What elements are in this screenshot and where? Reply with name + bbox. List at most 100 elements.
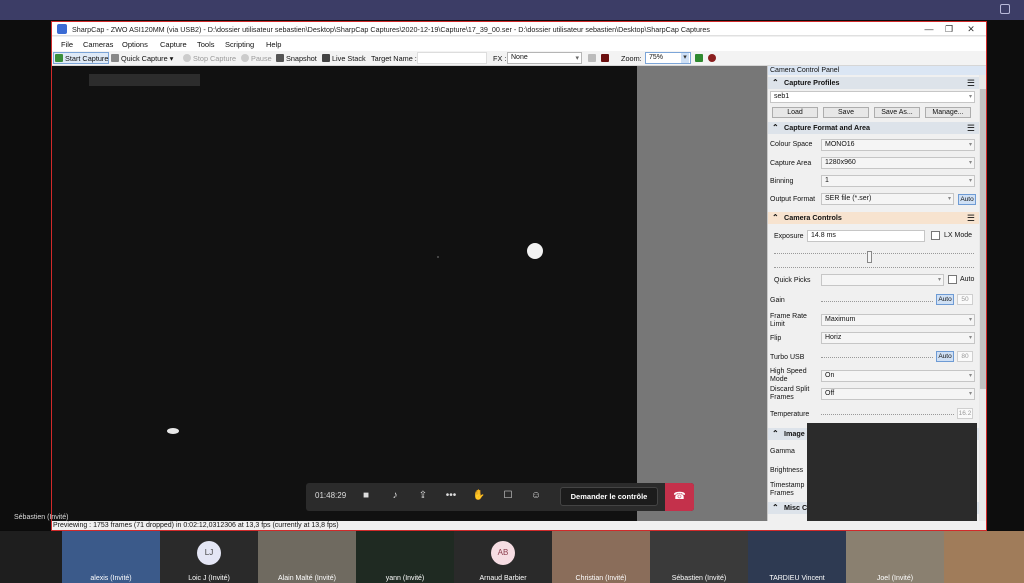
presenter-name: Sébastien (Invité) <box>14 514 69 521</box>
exposure-slider-fine[interactable] <box>774 260 974 268</box>
live-stack-text: Live Stack <box>332 54 366 63</box>
pause-button[interactable]: Pause <box>241 54 272 63</box>
participant-tile[interactable]: AB Arnaud Barbier <box>454 531 552 583</box>
avatar: AB <box>491 541 515 565</box>
gain-slider[interactable] <box>821 294 933 302</box>
output-format-auto-button[interactable]: Auto <box>958 194 976 205</box>
status-bar: Previewing : 1753 frames (71 dropped) in… <box>52 521 986 530</box>
camera-icon[interactable]: ■ <box>359 489 373 503</box>
participant-tile[interactable]: Alain Malté (Invité) <box>258 531 356 583</box>
participant-tile[interactable]: Joel (Invité) <box>846 531 944 583</box>
manage-button[interactable]: Manage... <box>925 107 971 118</box>
hang-up-button[interactable]: ☎ <box>665 483 694 511</box>
frame-rate-select[interactable]: Maximum ▾ <box>821 314 975 326</box>
menu-icon[interactable]: ☰ <box>967 77 975 89</box>
high-speed-value: On <box>825 372 835 379</box>
participant-tile[interactable]: alexis (Invité) <box>62 531 160 583</box>
discard-split-select[interactable]: Off ▾ <box>821 388 975 400</box>
chevron-up-icon: ⌃ <box>772 503 779 512</box>
high-speed-label: High Speed Mode <box>770 368 807 383</box>
chat-icon[interactable]: ☐ <box>501 489 515 503</box>
capture-area-select[interactable]: 1280x960 ▾ <box>821 157 975 169</box>
menu-icon[interactable]: ☰ <box>967 212 975 224</box>
capture-area-value: 1280x960 <box>825 159 856 166</box>
participant-tile[interactable]: LJ Loic J (Invité) <box>160 531 258 583</box>
quick-picks-select[interactable]: ▾ <box>821 274 944 286</box>
temperature-label: Temperature <box>770 411 810 418</box>
gain-auto-button[interactable]: Auto <box>936 294 954 305</box>
histogram-icon[interactable] <box>588 54 596 62</box>
load-button[interactable]: Load <box>772 107 818 118</box>
camera-preview[interactable] <box>52 66 637 521</box>
start-capture-label: Start Capture <box>55 54 108 63</box>
save-as-button[interactable]: Save As... <box>874 107 920 118</box>
output-format-select[interactable]: SER file (*.ser) ▾ <box>821 193 954 205</box>
menu-scripting[interactable]: Scripting <box>225 40 254 49</box>
participant-tile[interactable]: yann (Invité) <box>356 531 454 583</box>
menu-options[interactable]: Options <box>122 40 148 49</box>
colour-space-select[interactable]: MONO16 ▾ <box>821 139 975 151</box>
stop-capture-button[interactable]: Stop Capture <box>183 54 236 63</box>
section-title: Capture Format and Area <box>784 123 871 132</box>
menu-bar: File Cameras Options Capture Tools Scrip… <box>52 37 986 51</box>
exposure-input[interactable]: 14.8 ms <box>807 230 925 242</box>
magnifier-icon[interactable] <box>708 54 716 62</box>
snapshot-button[interactable]: Snapshot <box>276 54 317 63</box>
section-camera-controls[interactable]: ⌃ Camera Controls ☰ <box>768 212 979 224</box>
menu-icon[interactable]: ☰ <box>967 122 975 134</box>
section-capture-profiles[interactable]: ⌃ Capture Profiles ☰ <box>768 77 979 89</box>
color-icon[interactable] <box>601 54 609 62</box>
menu-capture[interactable]: Capture <box>160 40 187 49</box>
more-options-icon[interactable]: ••• <box>444 489 458 503</box>
flip-select[interactable]: Horiz ▾ <box>821 332 975 344</box>
participants-icon[interactable]: ☺ <box>529 489 543 503</box>
menu-file[interactable]: File <box>61 40 73 49</box>
binning-select[interactable]: 1 ▾ <box>821 175 975 187</box>
exposure-slider-coarse[interactable] <box>774 246 974 254</box>
exposure-slider-thumb[interactable] <box>867 251 872 263</box>
section-capture-format[interactable]: ⌃ Capture Format and Area ☰ <box>768 122 979 134</box>
start-capture-text: Start Capture <box>65 54 109 63</box>
participant-tile[interactable]: TARDIEU Vincent <box>748 531 846 583</box>
minimize-button[interactable]: — <box>920 23 938 35</box>
raise-hand-icon[interactable]: ✋ <box>472 489 486 503</box>
fx-select[interactable]: None ▾ <box>507 52 582 64</box>
preview-background <box>637 66 767 521</box>
zoom-select[interactable]: 75% ▾ <box>645 52 691 64</box>
live-stack-button[interactable]: Live Stack <box>322 54 366 63</box>
save-button[interactable]: Save <box>823 107 869 118</box>
stack-icon <box>322 54 330 62</box>
panel-scrollbar[interactable] <box>979 75 986 521</box>
menu-cameras[interactable]: Cameras <box>83 40 113 49</box>
window-title-bar: SharpCap - ZWO ASI120MM (via USB2) - D:\… <box>52 22 986 36</box>
display-stretch-icon[interactable] <box>695 54 703 62</box>
participant-tile[interactable] <box>944 531 1024 583</box>
lx-mode-checkbox[interactable] <box>931 231 940 240</box>
fx-label: FX : <box>493 54 507 63</box>
window-title: SharpCap - ZWO ASI120MM (via USB2) - D:\… <box>72 25 711 34</box>
target-name-input[interactable] <box>417 52 487 64</box>
maximize-button[interactable]: ❐ <box>940 23 958 35</box>
discard-split-value: Off <box>825 390 835 397</box>
participant-name: Sébastien (Invité) <box>671 575 727 582</box>
high-speed-select[interactable]: On ▾ <box>821 370 975 382</box>
menu-help[interactable]: Help <box>266 40 281 49</box>
turbo-usb-auto-button[interactable]: Auto <box>936 351 954 362</box>
colour-space-label: Colour Space <box>770 141 813 148</box>
quick-picks-auto-checkbox[interactable] <box>948 275 957 284</box>
window-restore-icon[interactable] <box>1000 4 1010 14</box>
microphone-icon[interactable]: ♪ <box>388 489 402 503</box>
quick-capture-button[interactable]: Quick Capture ▾ <box>111 54 173 63</box>
scrollbar-thumb[interactable] <box>980 89 986 389</box>
zoom-value: 75% <box>649 54 664 61</box>
turbo-usb-slider[interactable] <box>821 350 933 358</box>
participant-tile[interactable]: Christian (Invité) <box>552 531 650 583</box>
close-button[interactable]: ✕ <box>962 23 980 35</box>
menu-tools[interactable]: Tools <box>197 40 215 49</box>
share-screen-icon[interactable]: ⇪ <box>416 489 430 503</box>
teams-top-bar <box>0 0 1024 20</box>
request-control-button[interactable]: Demander le contrôle <box>560 487 658 506</box>
profile-select[interactable]: seb1 ▾ <box>770 91 975 103</box>
phone-icon: ☎ <box>673 491 686 502</box>
participant-tile[interactable]: Sébastien (Invité) <box>650 531 748 583</box>
